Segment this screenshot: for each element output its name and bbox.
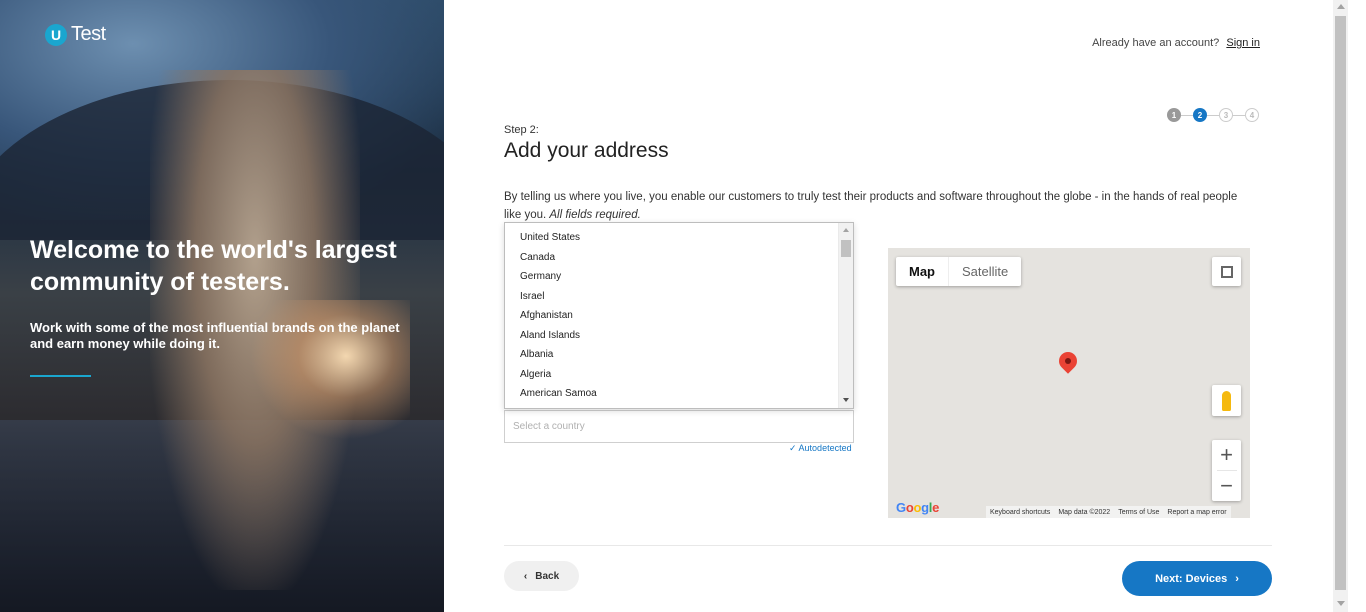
google-logo[interactable]: Google	[896, 500, 939, 515]
page-scrollbar[interactable]	[1333, 0, 1348, 612]
country-option[interactable]: Germany	[505, 267, 853, 287]
pegman-icon	[1222, 390, 1231, 411]
next-devices-button[interactable]: Next: Devices ›	[1122, 561, 1272, 596]
map-data-credit: Map data ©2022	[1058, 508, 1111, 516]
step-4: 4	[1245, 108, 1259, 122]
zoom-out-button[interactable]: −	[1212, 471, 1241, 501]
hero-divider	[30, 375, 91, 377]
chevron-left-icon: ‹	[523, 570, 528, 582]
hero-subtext: Work with some of the most influential b…	[30, 320, 400, 351]
step-label: Step 2:	[504, 124, 539, 136]
country-option[interactable]: Aland Islands	[505, 326, 853, 346]
step-indicator: 1 2 3 4	[1167, 108, 1259, 122]
satellite-tab[interactable]: Satellite	[949, 257, 1021, 286]
map-type-tabs: Map Satellite	[896, 257, 1022, 286]
page-title: Add your address	[504, 139, 669, 162]
country-dropdown[interactable]: United States Canada Germany Israel Afgh…	[504, 222, 854, 409]
country-option[interactable]: United States	[505, 228, 853, 248]
map-footer: Keyboard shortcuts Map data ©2022 Terms …	[986, 506, 1231, 518]
intro-note: All fields required.	[549, 209, 641, 221]
google-letter: G	[896, 500, 906, 515]
step-connector	[1181, 114, 1193, 116]
country-option[interactable]: Afghanistan	[505, 306, 853, 326]
scroll-thumb[interactable]	[841, 240, 851, 257]
footer-divider	[504, 545, 1272, 546]
hero-panel: U Test Welcome to the world's largest co…	[0, 0, 444, 612]
keyboard-shortcuts-link[interactable]: Keyboard shortcuts	[986, 509, 1054, 516]
terms-link[interactable]: Terms of Use	[1114, 509, 1163, 516]
map-pin-icon[interactable]	[1055, 348, 1081, 374]
scroll-up-icon[interactable]	[843, 228, 849, 232]
report-error-link[interactable]: Report a map error	[1163, 509, 1230, 516]
next-label: Next: Devices	[1155, 572, 1228, 585]
country-select[interactable]: Select a country	[504, 410, 854, 443]
country-option[interactable]: American Samoa	[505, 384, 853, 404]
back-label: Back	[535, 570, 560, 582]
chevron-right-icon: ›	[1235, 572, 1239, 585]
google-letter: o	[913, 500, 922, 515]
account-prompt: Already have an account?	[1092, 37, 1220, 49]
street-view-button[interactable]	[1212, 385, 1241, 416]
signin-prompt: Already have an account? Sign in	[1092, 37, 1260, 49]
logo-u-icon: U	[45, 23, 67, 46]
location-map[interactable]: Map Satellite + − Google Keyboard shortc…	[888, 248, 1250, 518]
logo-text: Test	[71, 23, 106, 45]
scroll-up-icon[interactable]	[1337, 4, 1345, 9]
google-letter: g	[921, 500, 929, 515]
step-2: 2	[1193, 108, 1207, 122]
step-connector	[1233, 114, 1245, 116]
fullscreen-button[interactable]	[1212, 257, 1241, 286]
country-option[interactable]: Israel	[505, 287, 853, 307]
dropdown-scrollbar[interactable]	[838, 223, 853, 408]
fullscreen-icon	[1220, 265, 1233, 278]
google-letter: e	[932, 500, 940, 515]
hero-headline: Welcome to the world's largest community…	[30, 236, 397, 296]
zoom-controls: + −	[1212, 440, 1241, 501]
scroll-down-icon[interactable]	[1337, 601, 1345, 606]
country-placeholder: Select a country	[513, 421, 585, 432]
step-1: 1	[1167, 108, 1181, 122]
map-tab[interactable]: Map	[896, 257, 949, 286]
country-option[interactable]: Canada	[505, 248, 853, 268]
back-button[interactable]: ‹ Back	[504, 561, 579, 591]
scroll-thumb[interactable]	[1335, 16, 1346, 590]
intro-text: By telling us where you live, you enable…	[504, 188, 1244, 224]
country-option[interactable]: Algeria	[505, 365, 853, 385]
country-option[interactable]: Albania	[505, 345, 853, 365]
utest-logo[interactable]: U Test	[45, 23, 106, 46]
zoom-in-button[interactable]: +	[1212, 440, 1241, 470]
autodetected-label: ✓ Autodetected	[789, 443, 852, 453]
step-3: 3	[1219, 108, 1233, 122]
scroll-down-icon[interactable]	[843, 398, 849, 402]
step-connector	[1207, 114, 1219, 116]
signin-link[interactable]: Sign in	[1226, 37, 1260, 49]
